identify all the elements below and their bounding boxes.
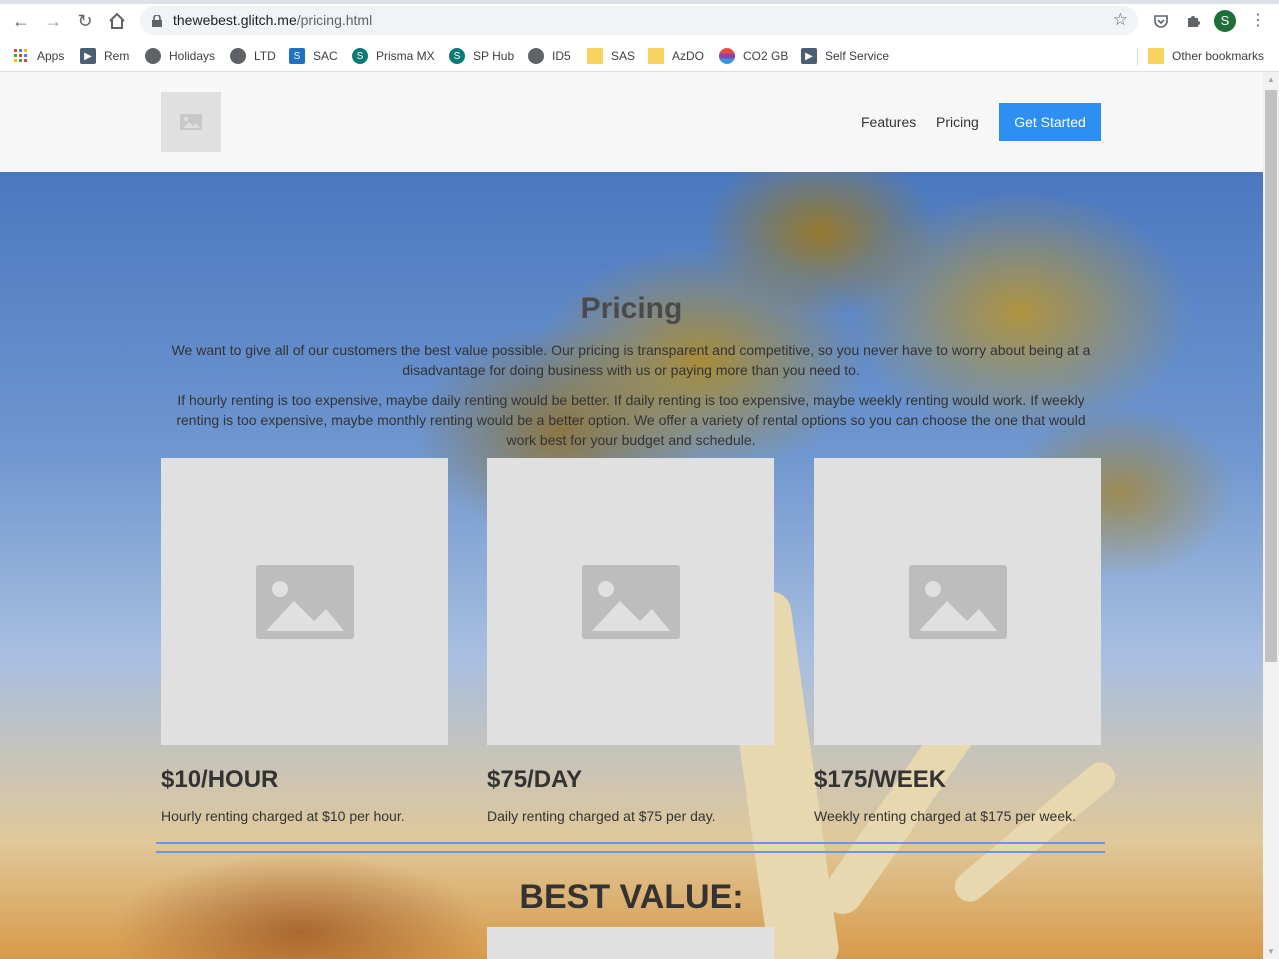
daily-description: Daily renting charged at $75 per day. (487, 808, 716, 824)
home-icon[interactable] (106, 10, 128, 32)
image-placeholder-icon (180, 114, 202, 130)
bookmark-label: LTD (254, 49, 276, 63)
bookmark-rem[interactable]: ▶ Rem (80, 45, 129, 67)
address-bar[interactable]: thewebest.glitch.me/pricing.html ☆ (140, 6, 1138, 35)
image-placeholder-icon (255, 564, 354, 639)
daily-price: $75/DAY (487, 766, 583, 793)
url-text: thewebest.glitch.me/pricing.html (173, 12, 372, 28)
bookmarks-divider (1137, 48, 1138, 66)
best-value-heading: BEST VALUE: (519, 878, 744, 916)
bookmark-label: SAC (313, 49, 338, 63)
best-value-image (487, 927, 774, 959)
tab-strip (0, 0, 1279, 4)
browser-toolbar: ← → ↻ thewebest.glitch.me/pricing.html ☆… (0, 0, 1279, 40)
globe-icon (145, 48, 161, 64)
hourly-price: $10/HOUR (161, 766, 279, 793)
bookmark-apps[interactable]: Apps (13, 45, 64, 67)
bookmark-label: Self Service (825, 49, 890, 63)
get-started-button[interactable]: Get Started (999, 103, 1101, 141)
weekly-price: $175/WEEK (814, 766, 947, 793)
hero-section: Pricing We want to give all of our custo… (0, 172, 1263, 959)
scrollbar-thumb[interactable] (1265, 90, 1277, 662)
co2-icon (719, 48, 735, 64)
bookmark-label: Holidays (169, 49, 216, 63)
bookmark-label: CO2 GB (743, 49, 789, 63)
forward-icon[interactable]: → (42, 10, 64, 32)
pocket-icon[interactable] (1150, 10, 1172, 32)
bookmark-label: SP Hub (473, 49, 515, 63)
other-bookmarks[interactable]: Other bookmarks (1148, 45, 1264, 67)
sharepoint-icon: S (449, 48, 465, 64)
bookmark-co2-gb[interactable]: CO2 GB (719, 45, 788, 67)
bookmarks-bar: Apps ▶ Rem Holidays LTD S SAC S Prisma MX S… (0, 40, 1279, 72)
divider-line (156, 851, 1105, 853)
arrow-icon: ▶ (80, 48, 96, 64)
reload-icon[interactable]: ↻ (74, 10, 96, 32)
bookmark-label: AzDO (672, 49, 705, 63)
nav-pricing-link[interactable]: Pricing (936, 114, 979, 130)
globe-icon (528, 48, 544, 64)
globe-icon (230, 48, 246, 64)
site-header: Features Pricing Get Started (0, 72, 1263, 172)
bookmark-star-icon[interactable]: ☆ (1113, 10, 1128, 30)
scroll-up-arrow-icon[interactable]: ▲ (1265, 75, 1277, 85)
weekly-card-image (814, 458, 1101, 745)
bookmark-label: SAS (611, 49, 636, 63)
pricing-options-paragraph: If hourly renting is too expensive, mayb… (176, 392, 1086, 448)
bookmark-azdo[interactable]: AzDO (648, 45, 704, 67)
url-path: /pricing.html (296, 12, 373, 28)
site-logo[interactable] (161, 92, 221, 152)
bookmark-label: ID5 (552, 49, 571, 63)
bookmark-self-service[interactable]: ▶ Self Service (801, 45, 889, 67)
image-placeholder-icon (581, 564, 680, 639)
bookmark-ltd[interactable]: LTD (230, 45, 276, 67)
bookmark-label: Apps (37, 49, 65, 63)
folder-icon (587, 48, 603, 64)
weekly-description: Weekly renting charged at $175 per week. (814, 808, 1077, 824)
bookmark-sas[interactable]: SAS (587, 45, 635, 67)
profile-avatar[interactable]: S (1214, 10, 1236, 32)
browser-menu-icon[interactable]: ⋮ (1250, 10, 1266, 32)
folder-icon (648, 48, 664, 64)
page-viewport: Features Pricing Get Started Pricing We … (0, 72, 1263, 959)
folder-icon (1148, 48, 1164, 64)
bookmark-label: Rem (104, 49, 130, 63)
hourly-description: Hourly renting charged at $10 per hour. (161, 808, 405, 824)
image-placeholder-icon (908, 564, 1007, 639)
hourly-card-image (161, 458, 448, 745)
sap-icon: S (289, 48, 305, 64)
url-host: thewebest.glitch.me (173, 12, 297, 28)
scroll-down-arrow-icon[interactable]: ▼ (1265, 947, 1277, 957)
nav-features-link[interactable]: Features (861, 114, 916, 130)
apps-grid-icon (13, 48, 29, 64)
bookmark-prisma-mx[interactable]: S Prisma MX (352, 45, 435, 67)
back-icon[interactable]: ← (10, 10, 32, 32)
bookmark-holidays[interactable]: Holidays (145, 45, 215, 67)
sharepoint-icon: S (352, 48, 368, 64)
bookmark-id5[interactable]: ID5 (528, 45, 571, 67)
daily-card-image (487, 458, 774, 745)
extensions-puzzle-icon[interactable] (1182, 10, 1204, 32)
pricing-heading: Pricing (580, 292, 683, 325)
bookmark-sac[interactable]: S SAC (289, 45, 338, 67)
bookmark-sp-hub[interactable]: S SP Hub (449, 45, 514, 67)
pricing-intro-paragraph: We want to give all of our customers the… (171, 342, 1091, 378)
arrow-icon: ▶ (801, 48, 817, 64)
other-bookmarks-label: Other bookmarks (1172, 49, 1265, 63)
divider-line (156, 842, 1105, 844)
bookmark-label: Prisma MX (376, 49, 435, 63)
lock-icon (152, 14, 162, 27)
